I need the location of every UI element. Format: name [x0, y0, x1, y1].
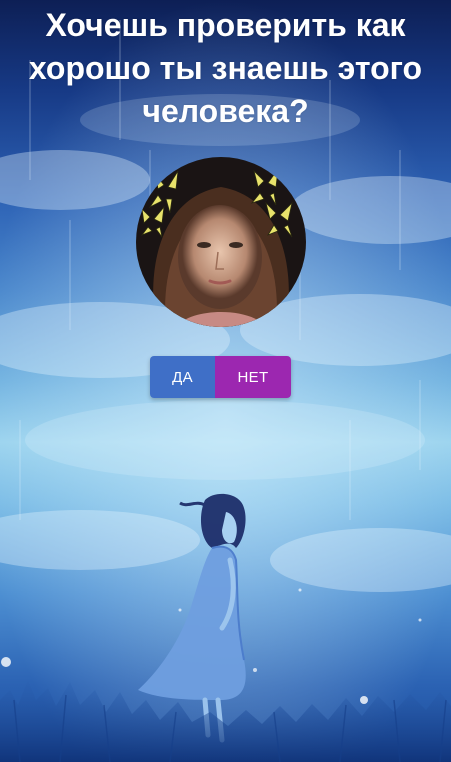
page: Хочешь проверить как хорошо ты знаешь эт… [0, 0, 451, 762]
yes-button[interactable]: ДА [150, 356, 215, 398]
answer-button-group: ДА НЕТ [150, 356, 291, 398]
avatar [136, 157, 306, 327]
no-button[interactable]: НЕТ [215, 356, 291, 398]
page-title: Хочешь проверить как хорошо ты знаешь эт… [28, 7, 423, 129]
avatar-photo [136, 157, 306, 327]
